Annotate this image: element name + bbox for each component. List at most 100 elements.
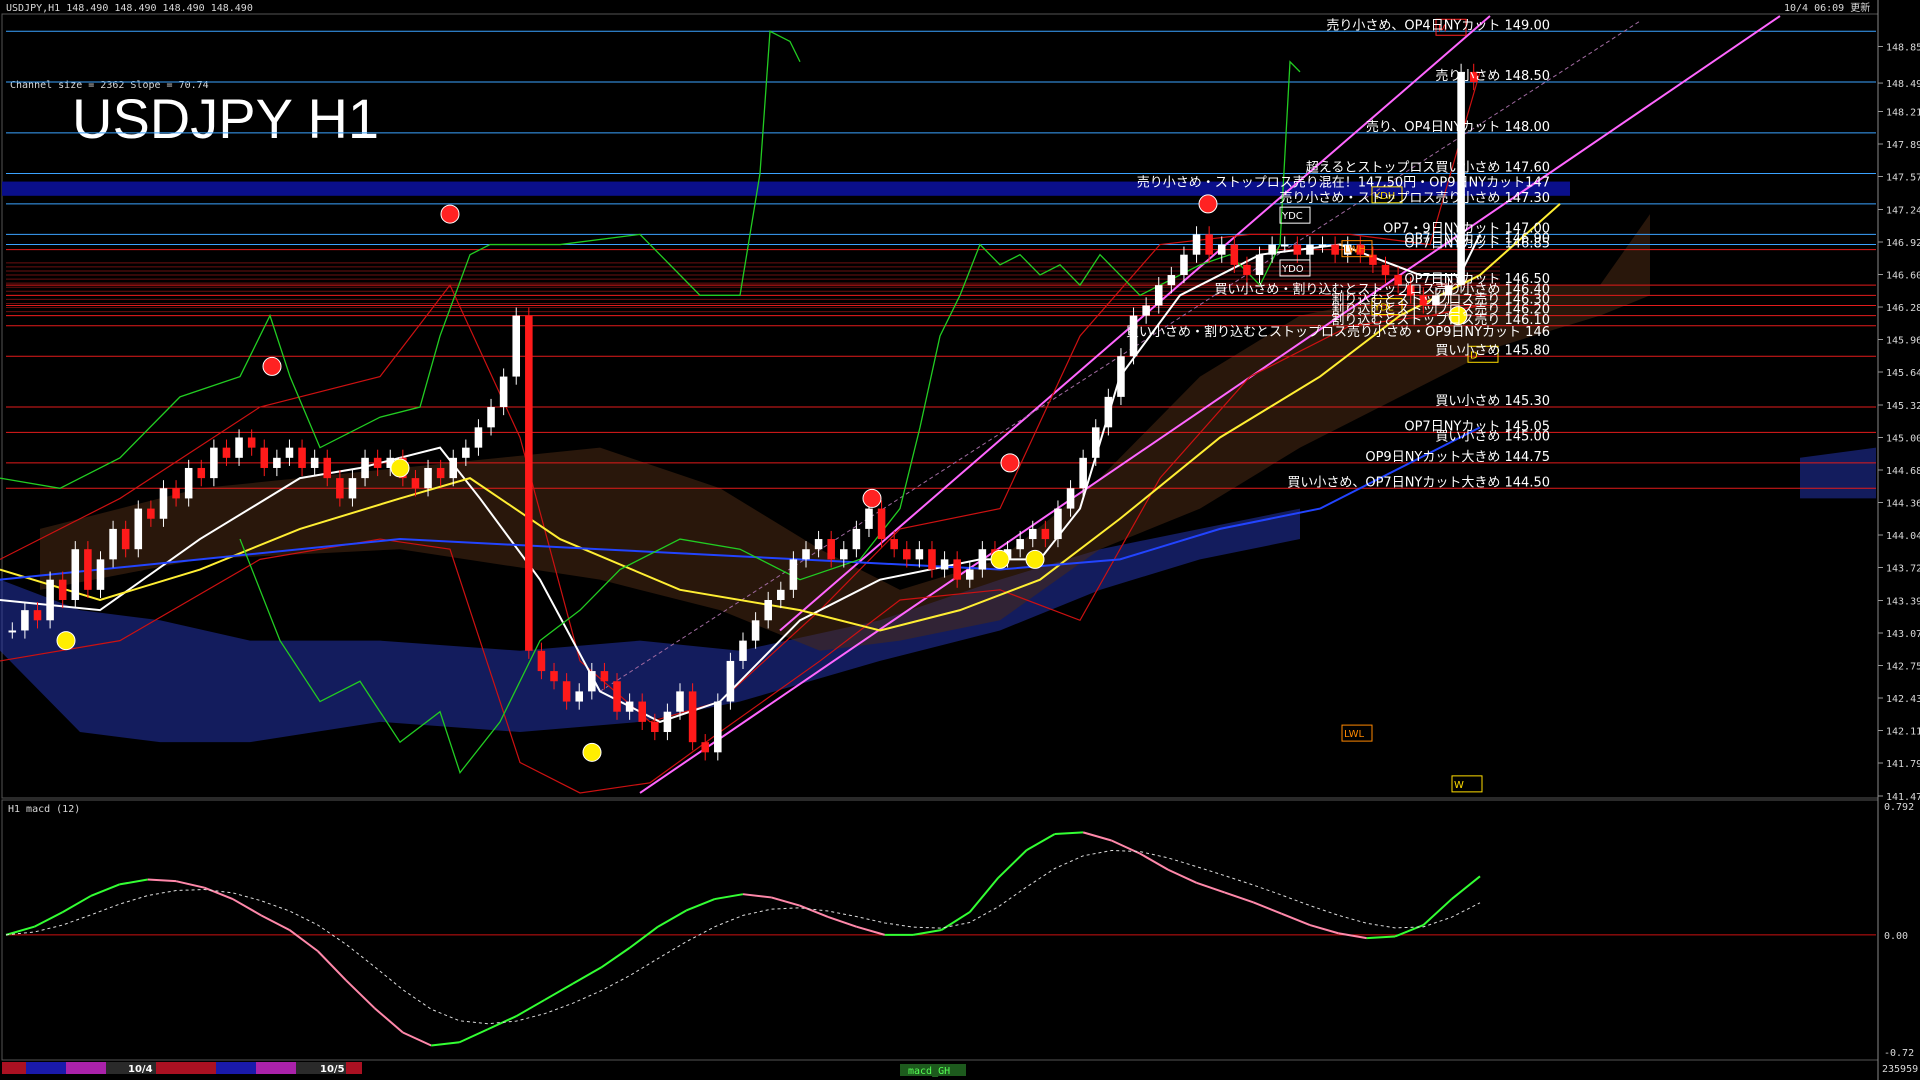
price-tick-label: 148.490: [1886, 79, 1920, 90]
candle-body: [1041, 528, 1050, 540]
candle-body: [1028, 528, 1037, 540]
candle-body: [462, 447, 470, 458]
price-tick-label: 145.965: [1886, 335, 1920, 346]
candle-body: [1205, 234, 1213, 255]
candle-body: [726, 660, 735, 702]
level-annotation: OP9日NYカット大きめ 144.75: [1365, 450, 1550, 465]
price-tick-label: 142.755: [1886, 661, 1920, 672]
candle-body: [651, 721, 659, 733]
candle-body: [260, 447, 269, 468]
price-tick-label: 143.720: [1886, 563, 1920, 574]
candle-body: [814, 539, 823, 550]
price-chart[interactable]: USDJPY,H1 148.490 148.490 148.490 148.49…: [0, 0, 1920, 1080]
candle-body: [134, 508, 143, 550]
candle-body: [928, 549, 936, 570]
candle-body: [361, 457, 369, 479]
price-tick-label: 142.115: [1886, 726, 1920, 737]
candle-body: [512, 315, 521, 377]
candle-body: [550, 671, 558, 682]
candle-body: [600, 671, 609, 682]
time-segment: [256, 1062, 296, 1074]
price-tick-label: 146.605: [1886, 270, 1920, 281]
reference-box-label: W: [1454, 780, 1464, 791]
price-tick-label: 144.360: [1886, 498, 1920, 509]
candle-body: [1104, 396, 1113, 428]
candle-body: [336, 478, 344, 499]
level-annotation: 買い小さめ 145.80: [1435, 343, 1550, 358]
level-annotation: 買い小さめ 145.30: [1435, 394, 1550, 409]
candle-body: [184, 467, 193, 499]
candle-body: [978, 549, 987, 570]
time-segment: [66, 1062, 106, 1074]
macd-tab-label[interactable]: macd_GH: [908, 1066, 950, 1077]
reference-box-label: LWL: [1344, 729, 1365, 740]
price-tick-label: 144.040: [1886, 531, 1920, 542]
macd-header: H1 macd (12): [8, 804, 80, 815]
candle-body: [688, 691, 697, 743]
level-annotation: 売り小さめ・ストップロス売り混在！147.50円・OP9日NYカット147: [1137, 175, 1550, 191]
candle-body: [940, 559, 949, 570]
price-tick-label: 143.395: [1886, 597, 1920, 608]
candle-body: [247, 437, 256, 448]
candle-body: [1306, 244, 1314, 255]
chart-window: USDJPY,H1 148.490 148.490 148.490 148.49…: [0, 0, 1920, 1080]
price-tick-label: 145.000: [1886, 433, 1920, 444]
candle-body: [1180, 254, 1188, 276]
signal-marker: [262, 356, 282, 376]
price-tick-label: 147.245: [1886, 206, 1920, 217]
candle-body: [1192, 234, 1201, 255]
candle-body: [1331, 244, 1339, 255]
level-annotation: 超えるとストップロス買い小さめ 147.60: [1306, 160, 1550, 175]
candle-body: [1243, 264, 1251, 276]
price-tick-label: 143.075: [1886, 629, 1920, 640]
level-annotation: 売り小さめ 148.50: [1435, 68, 1550, 84]
macd-tick-label: -0.72: [1884, 1048, 1914, 1059]
candle-body: [1255, 254, 1264, 276]
candle-body: [109, 528, 117, 560]
candle-body: [373, 457, 382, 468]
candle-body: [777, 589, 785, 600]
corner-counter: 235959: [1882, 1064, 1918, 1075]
candle-body: [411, 478, 420, 489]
time-segment: [2, 1062, 26, 1074]
candle-body: [310, 457, 319, 468]
candle-body: [424, 467, 432, 489]
candle-body: [1054, 508, 1062, 540]
candle-body: [1293, 244, 1302, 255]
time-segment: [216, 1062, 256, 1074]
candle-body: [676, 691, 684, 712]
candle-body: [21, 610, 29, 631]
candle-body: [1016, 539, 1024, 550]
candle-body: [1318, 244, 1327, 247]
candle-body: [273, 457, 281, 468]
level-annotation: 売り小さめ・ストップロス売り小さめ 147.30: [1279, 190, 1550, 206]
candle-body: [84, 549, 92, 590]
candle-body: [499, 376, 508, 408]
candle-body: [865, 508, 873, 529]
candle-body: [764, 599, 772, 621]
candle-body: [537, 650, 546, 672]
signal-marker: [990, 549, 1010, 569]
candle-body: [71, 549, 80, 600]
candle-body: [1154, 285, 1163, 306]
level-annotation: 売り小さめ、OP4日NYカット 149.00: [1326, 17, 1550, 33]
candle-body: [159, 488, 168, 519]
candle-body: [487, 407, 495, 428]
candle-body: [663, 711, 672, 733]
price-tick-label: 145.645: [1886, 368, 1920, 379]
macd-tick-label: 0.00: [1884, 931, 1908, 942]
signal-marker: [56, 631, 76, 651]
candle-body: [285, 447, 294, 458]
candle-body: [1142, 305, 1150, 316]
candle-body: [210, 447, 218, 479]
time-segment: [346, 1062, 362, 1074]
candle-body: [172, 488, 180, 499]
candle-body: [449, 457, 458, 479]
signal-marker: [440, 204, 460, 224]
price-tick-label: 147.570: [1886, 172, 1920, 183]
candle-body: [953, 559, 961, 580]
candle-body: [562, 681, 571, 702]
candle-body: [638, 701, 646, 722]
candle-body: [323, 457, 332, 479]
candle-body: [789, 559, 798, 590]
